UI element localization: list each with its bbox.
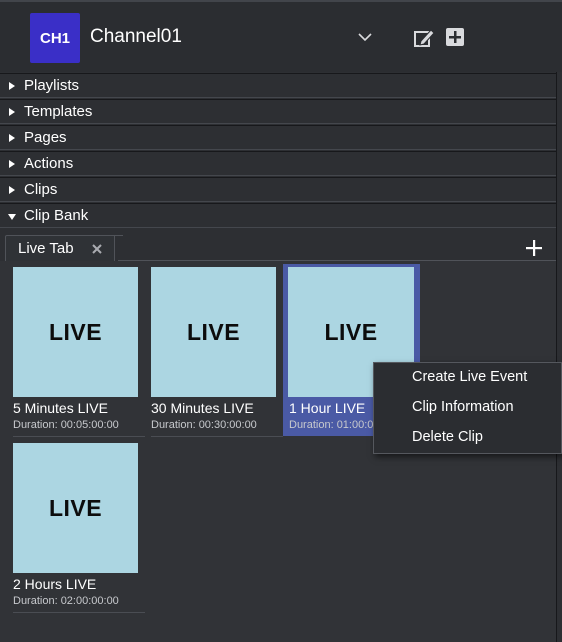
clip-duration: Duration: 00:05:00:00	[13, 419, 119, 431]
accordion-label: Pages	[24, 129, 67, 146]
accordion-label: Clip Bank	[24, 207, 89, 224]
menu-item-delete-clip[interactable]: Delete Clip	[374, 423, 562, 453]
app-window: CH1 Channel01 Playlists Templates Pages …	[0, 0, 562, 642]
accordion-clip-bank[interactable]: Clip Bank	[0, 203, 556, 228]
collapsed-arrow-icon	[9, 186, 15, 194]
clip-thumbnail: LIVE	[13, 443, 138, 573]
clip-item[interactable]: LIVE 30 Minutes LIVE Duration: 00:30:00:…	[148, 261, 283, 437]
collapsed-arrow-icon	[9, 134, 15, 142]
menu-item-label: Delete Clip	[412, 429, 483, 445]
accordion-actions[interactable]: Actions	[0, 151, 556, 176]
accordion-label: Playlists	[24, 77, 80, 94]
accordion-label: Actions	[24, 155, 74, 172]
menu-item-label: Clip Information	[412, 399, 514, 415]
accordion-label: Templates	[24, 103, 93, 120]
clip-thumbnail: LIVE	[13, 267, 138, 397]
clip-name: 2 Hours LIVE	[13, 576, 97, 592]
menu-item-create-live-event[interactable]: Create Live Event	[374, 363, 562, 393]
clip-item[interactable]: LIVE 2 Hours LIVE Duration: 02:00:00:00	[10, 437, 145, 613]
accordion-pages[interactable]: Pages	[0, 125, 556, 150]
menu-item-label: Create Live Event	[412, 369, 528, 385]
collapsed-arrow-icon	[9, 160, 15, 168]
clip-duration: Duration: 00:30:00:00	[151, 419, 257, 431]
tab-live[interactable]: Live Tab	[5, 235, 123, 262]
add-tab-icon[interactable]	[525, 239, 543, 257]
accordion-label: Clips	[24, 181, 58, 198]
clip-divider	[151, 436, 283, 437]
accordion-playlists[interactable]: Playlists	[0, 73, 556, 98]
menu-item-clip-information[interactable]: Clip Information	[374, 393, 562, 423]
collapsed-arrow-icon	[9, 82, 15, 90]
clip-thumbnail: LIVE	[151, 267, 276, 397]
channel-name[interactable]: Channel01	[90, 26, 182, 48]
collapsed-arrow-icon	[9, 108, 15, 116]
channel-badge[interactable]: CH1	[30, 13, 80, 63]
tab-label: Live Tab	[18, 240, 74, 257]
edit-icon[interactable]	[413, 27, 435, 49]
accordion-templates[interactable]: Templates	[0, 99, 556, 124]
add-square-icon[interactable]	[444, 26, 466, 48]
clip-duration: Duration: 02:00:00:00	[13, 595, 119, 607]
clip-divider	[13, 612, 145, 613]
expanded-arrow-icon	[8, 214, 16, 220]
clip-item[interactable]: LIVE 5 Minutes LIVE Duration: 00:05:00:0…	[10, 261, 145, 437]
clip-context-menu: Create Live Event Clip Information Delet…	[373, 362, 562, 454]
clip-name: 5 Minutes LIVE	[13, 400, 108, 416]
accordion-clips[interactable]: Clips	[0, 177, 556, 202]
chevron-down-icon[interactable]	[356, 28, 374, 46]
clip-bank-tab-strip: Live Tab	[0, 229, 556, 262]
close-icon[interactable]	[90, 242, 104, 256]
channel-header: CH1 Channel01	[0, 2, 562, 72]
clip-name: 30 Minutes LIVE	[151, 400, 254, 416]
clip-name: 1 Hour LIVE	[289, 400, 366, 416]
